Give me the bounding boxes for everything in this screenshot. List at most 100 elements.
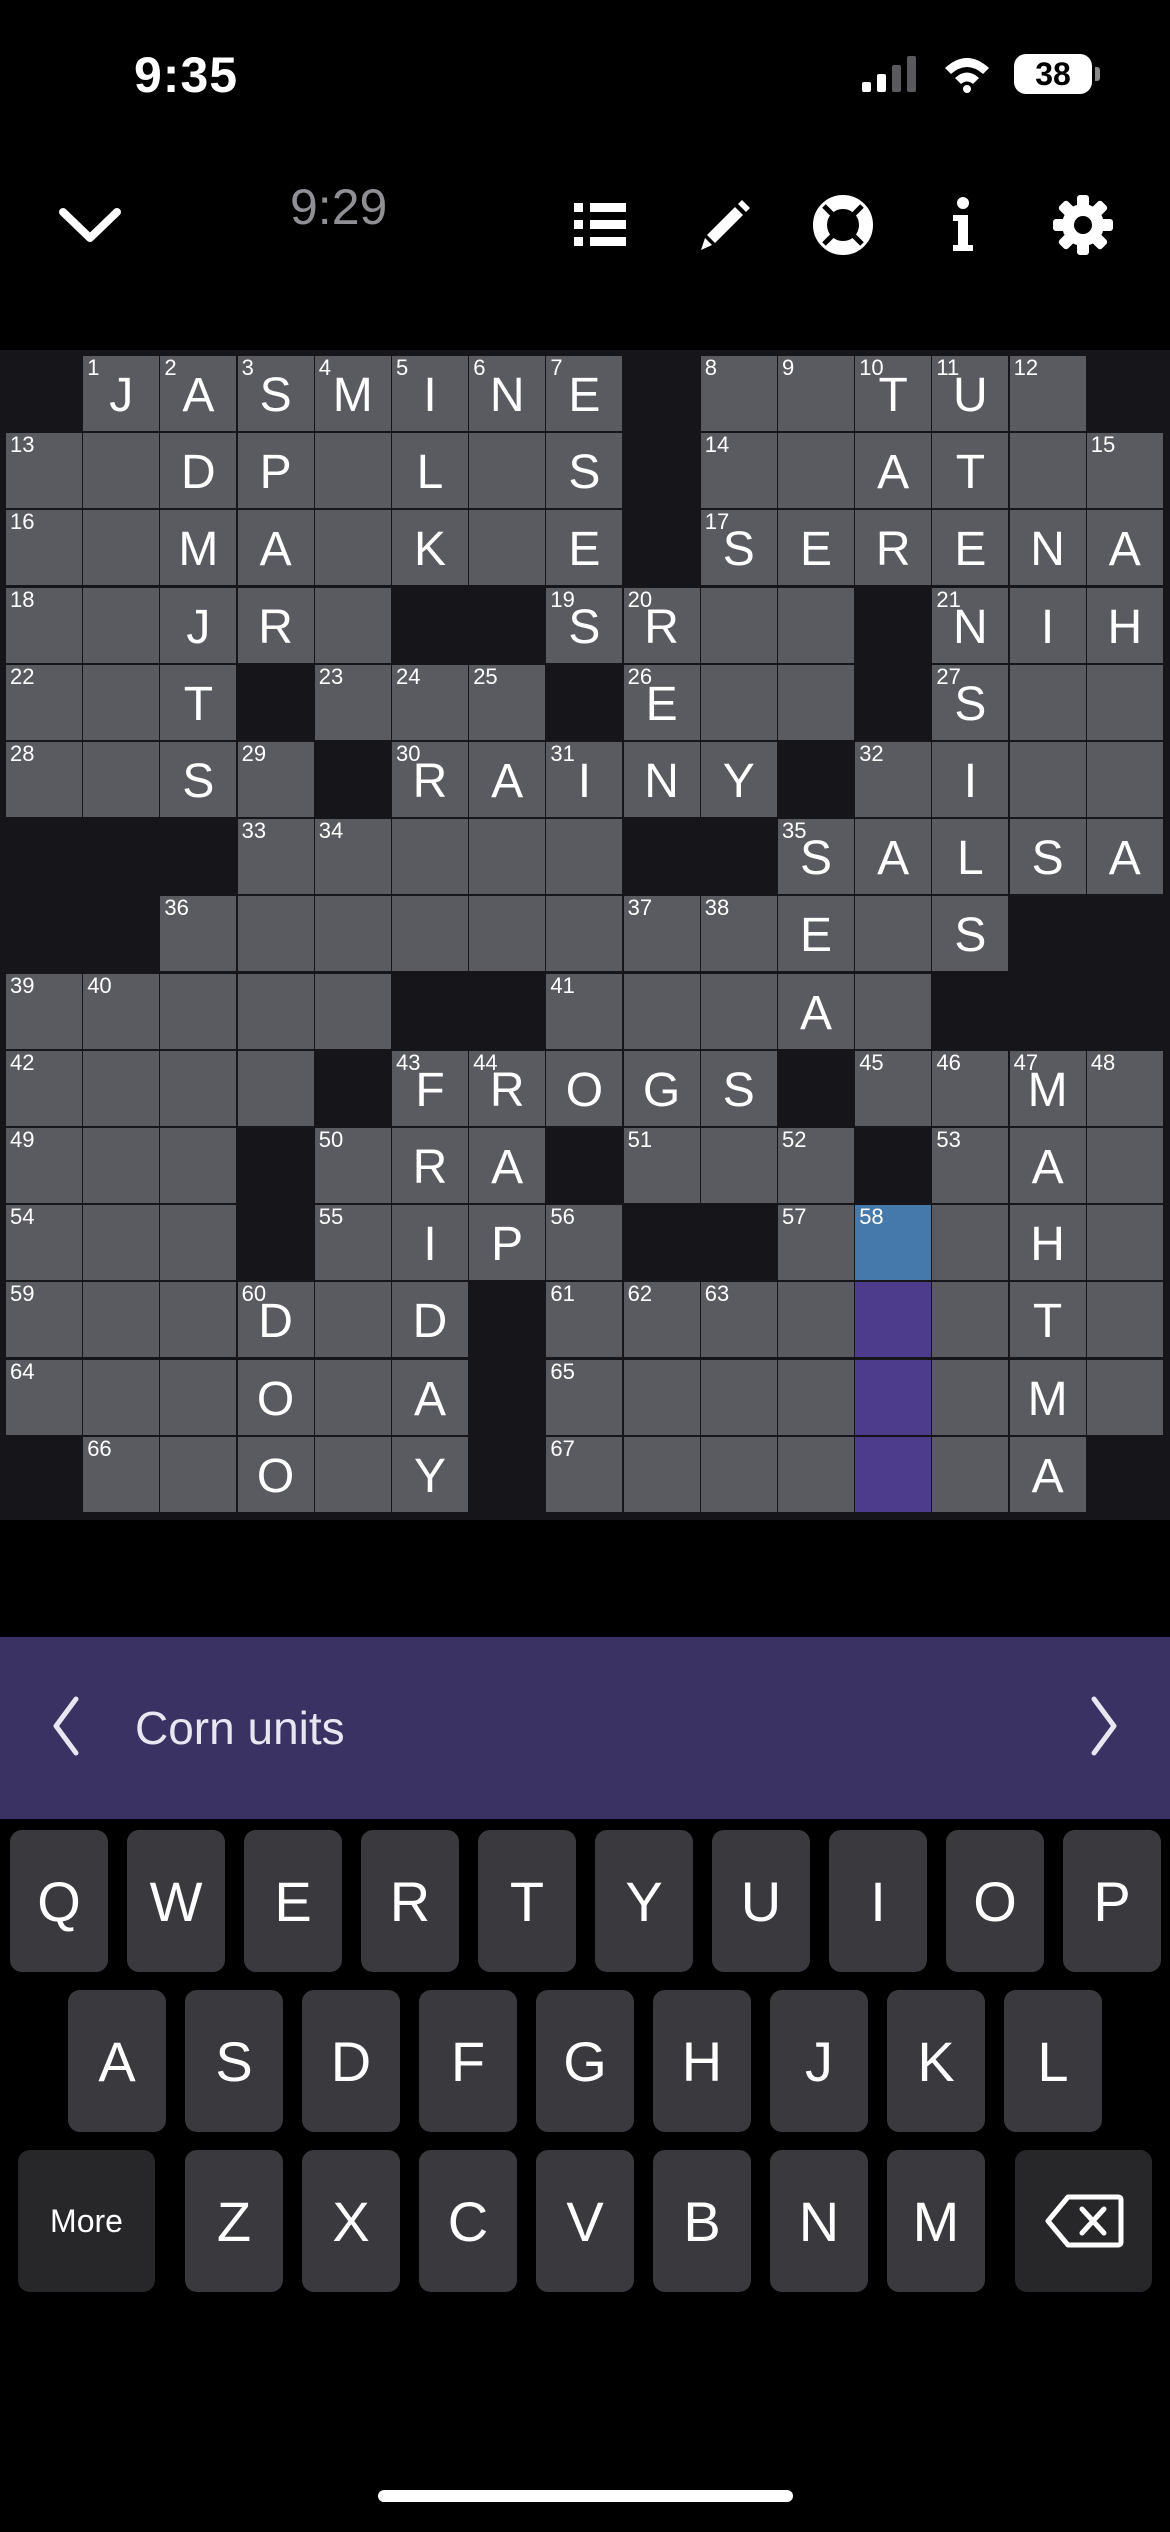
grid-cell[interactable]: T xyxy=(160,664,237,740)
key-n[interactable]: N xyxy=(770,2150,868,2292)
grid-cell[interactable]: 3S xyxy=(237,356,314,431)
grid-cell[interactable] xyxy=(83,664,160,740)
grid-cell[interactable] xyxy=(855,1282,932,1358)
grid-cell[interactable]: S xyxy=(932,896,1009,972)
key-p[interactable]: P xyxy=(1063,1830,1161,1972)
grid-cell[interactable]: 25 xyxy=(469,664,546,740)
grid-cell[interactable]: 52 xyxy=(778,1128,854,1203)
grid-cell[interactable]: 2A xyxy=(160,356,237,431)
grid-cell[interactable]: 10 T xyxy=(855,356,932,431)
grid-cell[interactable]: 57 xyxy=(778,1205,854,1281)
grid-cell[interactable]: A xyxy=(778,973,854,1049)
grid-cell[interactable]: 15 xyxy=(1086,433,1163,509)
grid-cell[interactable]: R xyxy=(855,510,932,586)
key-c[interactable]: C xyxy=(419,2150,517,2292)
more-keys-button[interactable]: More xyxy=(18,2150,155,2292)
grid-cell[interactable]: E xyxy=(932,510,1009,586)
grid-cell[interactable]: 4M xyxy=(314,356,391,431)
grid-cell[interactable]: 45 xyxy=(855,1050,932,1126)
grid-cell[interactable]: 53 xyxy=(932,1128,1009,1203)
key-t[interactable]: T xyxy=(478,1830,576,1972)
grid-cell[interactable] xyxy=(778,433,854,509)
key-y[interactable]: Y xyxy=(595,1830,693,1972)
grid-cell[interactable]: D xyxy=(392,1282,468,1358)
grid-cell[interactable]: I xyxy=(1009,587,1086,663)
grid-cell[interactable]: 62 xyxy=(623,1282,700,1358)
grid-cell[interactable] xyxy=(160,1050,237,1126)
grid-cell[interactable]: A xyxy=(1086,510,1163,586)
grid-cell[interactable]: 36 xyxy=(160,896,237,972)
grid-cell[interactable] xyxy=(546,819,623,895)
grid-cell[interactable]: R xyxy=(392,1128,468,1203)
grid-cell[interactable] xyxy=(314,896,391,972)
grid-cell[interactable]: A xyxy=(392,1359,468,1435)
grid-cell[interactable]: 66 xyxy=(83,1436,160,1512)
grid-cell[interactable] xyxy=(469,433,546,509)
grid-cell[interactable]: 61 xyxy=(546,1282,623,1358)
grid-cell[interactable]: 13 xyxy=(6,433,82,509)
grid-cell[interactable] xyxy=(160,973,237,1049)
grid-cell[interactable]: 58 xyxy=(855,1205,932,1281)
key-q[interactable]: Q xyxy=(10,1830,108,1972)
key-v[interactable]: V xyxy=(536,2150,634,2292)
grid-cell[interactable]: O xyxy=(546,1050,623,1126)
grid-cell[interactable] xyxy=(314,1282,391,1358)
grid-cell[interactable]: I xyxy=(932,742,1009,817)
key-l[interactable]: L xyxy=(1004,1990,1102,2132)
grid-cell[interactable] xyxy=(469,819,546,895)
grid-cell[interactable]: 8 xyxy=(700,356,777,431)
grid-cell[interactable]: 59 xyxy=(6,1282,82,1358)
grid-cell[interactable]: E xyxy=(778,510,854,586)
chevron-down-icon[interactable] xyxy=(40,160,140,290)
grid-cell[interactable]: S xyxy=(160,742,237,817)
grid-cell[interactable]: G xyxy=(623,1050,700,1126)
grid-cell[interactable] xyxy=(778,587,854,663)
key-k[interactable]: K xyxy=(887,1990,985,2132)
grid-cell[interactable]: 47 M xyxy=(1009,1050,1086,1126)
key-i[interactable]: I xyxy=(829,1830,927,1972)
grid-cell[interactable]: 23 xyxy=(314,664,391,740)
grid-cell[interactable] xyxy=(932,1436,1009,1512)
grid-cell[interactable] xyxy=(83,1050,160,1126)
grid-cell[interactable]: 55 xyxy=(314,1205,391,1281)
grid-cell[interactable]: 11 U xyxy=(932,356,1009,431)
grid-cell[interactable] xyxy=(700,973,777,1049)
grid-cell[interactable] xyxy=(700,664,777,740)
key-h[interactable]: H xyxy=(653,1990,751,2132)
grid-cell[interactable]: A xyxy=(855,433,932,509)
grid-cell[interactable]: N xyxy=(623,742,700,817)
grid-cell[interactable]: 18 xyxy=(6,587,82,663)
grid-cell[interactable] xyxy=(83,587,160,663)
grid-cell[interactable]: 50 xyxy=(314,1128,391,1203)
key-s[interactable]: S xyxy=(185,1990,283,2132)
grid-cell[interactable]: 42 xyxy=(6,1050,82,1126)
key-x[interactable]: X xyxy=(302,2150,400,2292)
grid-cell[interactable] xyxy=(392,896,468,972)
grid-cell[interactable] xyxy=(314,433,391,509)
grid-cell[interactable] xyxy=(314,587,391,663)
grid-cell[interactable]: 30 R xyxy=(392,742,468,817)
grid-cell[interactable] xyxy=(469,510,546,586)
grid-cell[interactable]: 1J xyxy=(83,356,160,431)
grid-cell[interactable] xyxy=(700,1359,777,1435)
grid-cell[interactable] xyxy=(932,1205,1009,1281)
grid-cell[interactable]: 20 R xyxy=(623,587,700,663)
key-g[interactable]: G xyxy=(536,1990,634,2132)
grid-cell[interactable]: Y xyxy=(392,1436,468,1512)
grid-cell[interactable]: 44 R xyxy=(469,1050,546,1126)
grid-cell[interactable]: A xyxy=(1086,819,1163,895)
grid-cell[interactable]: 17 S xyxy=(700,510,777,586)
grid-cell[interactable]: A xyxy=(855,819,932,895)
grid-cell[interactable] xyxy=(855,1359,932,1435)
grid-cell[interactable]: M xyxy=(1009,1359,1086,1435)
grid-cell[interactable] xyxy=(855,973,932,1049)
grid-cell[interactable] xyxy=(623,1436,700,1512)
grid-cell[interactable]: D xyxy=(160,433,237,509)
grid-cell[interactable] xyxy=(623,1359,700,1435)
grid-cell[interactable] xyxy=(314,973,391,1049)
grid-cell[interactable] xyxy=(314,1436,391,1512)
settings-gear-icon[interactable] xyxy=(1038,160,1128,290)
key-a[interactable]: A xyxy=(68,1990,166,2132)
grid-cell[interactable]: T xyxy=(1009,1282,1086,1358)
grid-cell[interactable]: M xyxy=(160,510,237,586)
